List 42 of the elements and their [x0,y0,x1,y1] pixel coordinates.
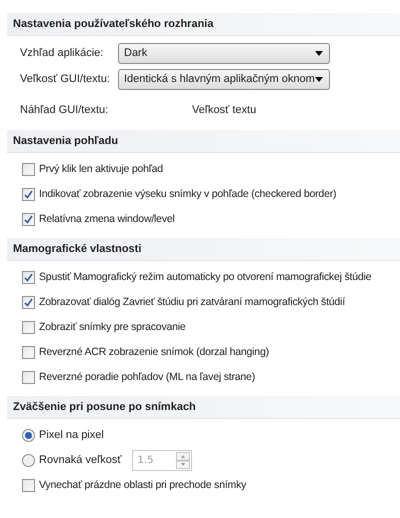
dropdown[interactable]: Dark [118,42,330,64]
checkbox[interactable] [22,213,35,226]
checkbox[interactable] [22,346,35,359]
checkbox-label: Zobrazovať dialóg Zavrieť štúdiu pri zatváraní mamografických štúdií [39,294,345,310]
section-header: Nastavenia používateľského rozhrania [7,13,400,36]
dropdown-arrow-icon [315,76,323,82]
checkbox[interactable] [22,321,35,334]
checkmark-icon [24,215,33,224]
dropdown-value: Identická s hlavným aplikačným oknom [124,72,315,87]
checkbox-label: Vynechať prázdne oblasti pri prechode snímky [39,478,246,493]
spin-arrows-icon [176,452,190,469]
checkbox-label: Spustiť Mamografický režim automaticky po otvorení mamografickej štúdie [39,270,372,285]
dropdown-arrow-icon [315,50,323,56]
checkbox[interactable] [22,188,35,201]
checkbox[interactable] [22,479,35,492]
checkbox-label: Reverzné poradie pohľadov (ML na ľavej strane) [39,370,255,385]
dropdown[interactable]: Identická s hlavným aplikačným oknom [118,68,330,90]
field-label: Náhľad GUI/textu: [20,102,110,118]
field-label: Vzhľad aplikácie: [20,46,104,61]
checkbox[interactable] [22,163,35,176]
checkmark-icon [24,298,33,307]
section-header: Mamografické vlastnosti [7,238,400,261]
section-header: Nastavenia pohľadu [7,130,400,153]
checkbox-label: Prvý klik len aktivuje pohľad [39,162,163,177]
preview-text: Veľkosť textu [192,102,256,118]
radio-button[interactable] [22,429,35,442]
radio-label: Pixel na pixel [39,428,104,444]
checkmark-icon [24,273,33,282]
checkbox-label: Indikovať zobrazenie výseku snímky v pohľade (checkered border) [39,186,336,202]
checkbox[interactable] [22,271,35,284]
spinner-value: 1.5 [138,454,154,468]
checkbox-label: Zobraziť snímky pre spracovanie [39,320,186,335]
checkbox-label: Relatívna zmena window/level [39,212,175,227]
radio-label: Rovnaká veľkosť [39,453,122,468]
checkbox[interactable] [22,371,35,384]
checkbox-label: Reverzné ACR zobrazenie snímok (dorzal hanging) [39,344,269,360]
checkmark-icon [24,190,33,199]
section-header: Zväčšenie pri posune po snímkach [7,396,400,419]
dropdown-value: Dark [124,46,148,61]
checkbox[interactable] [22,296,35,309]
field-label: Veľkosť GUI/textu: [20,72,111,87]
radio-button[interactable] [22,454,35,467]
